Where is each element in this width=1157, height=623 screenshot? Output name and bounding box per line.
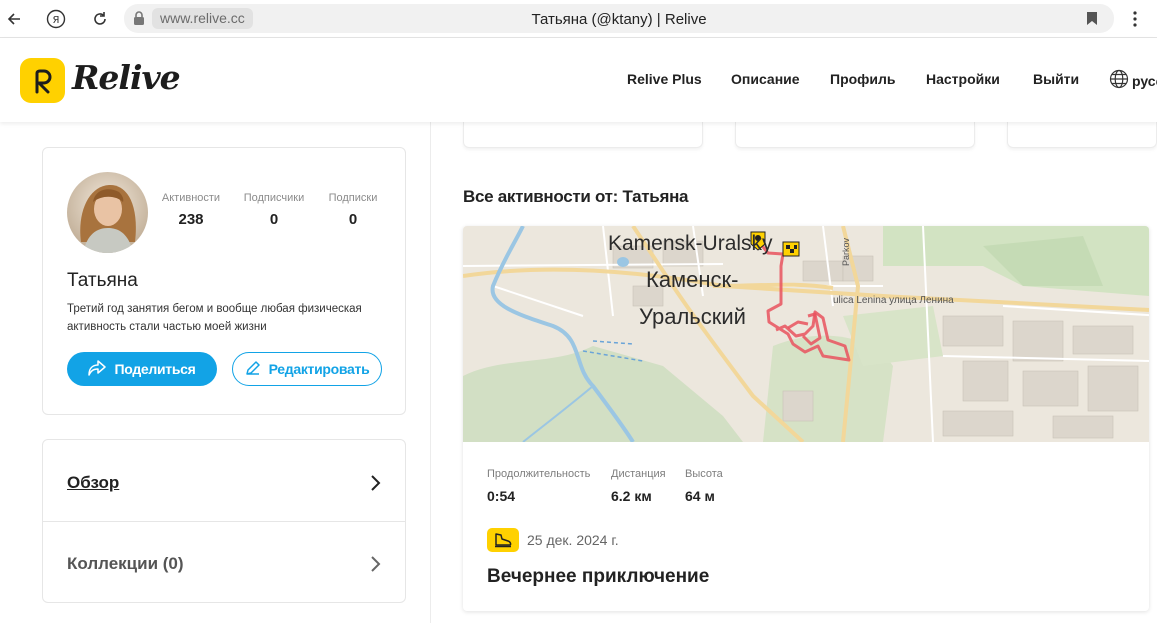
stat-label: Активности	[161, 192, 221, 204]
menu-dots-icon[interactable]	[1123, 7, 1147, 31]
metric-value: 64 м	[685, 488, 715, 504]
address-bar[interactable]: www.relive.cc Татьяна (@ktany) | Relive	[124, 4, 1114, 33]
svg-text:Я: Я	[53, 15, 60, 26]
activity-date: 25 дек. 2024 г.	[527, 532, 619, 548]
yandex-icon[interactable]: Я	[44, 7, 68, 31]
globe-icon	[1109, 69, 1129, 92]
page-title: Татьяна (@ktany) | Relive	[531, 11, 707, 28]
profile-bio: Третий год занятия бегом и вообще любая …	[67, 303, 362, 333]
map-label-city-en: Kamensk-Uralsky	[608, 232, 773, 255]
menu-item-overview[interactable]: Обзор	[43, 440, 405, 520]
edit-label: Редактировать	[268, 361, 370, 377]
map-label-city-ru-2: Уральский	[639, 304, 746, 329]
edit-button[interactable]: Редактировать	[232, 352, 382, 386]
running-shoe-icon	[487, 528, 519, 552]
metric-value: 0:54	[487, 488, 516, 504]
column-divider	[430, 122, 431, 623]
menu-item-collections[interactable]: Коллекции (0)	[43, 522, 405, 602]
map-label-street2: Parkov	[841, 237, 851, 266]
bookmark-icon[interactable]	[1086, 11, 1098, 31]
map-label-city-ru-1: Каменск-	[646, 267, 739, 292]
stat-value: 238	[178, 211, 204, 228]
relive-logo-icon[interactable]	[20, 58, 65, 103]
share-icon	[88, 359, 107, 379]
nav-settings[interactable]: Настройки	[926, 71, 1000, 87]
metric-label: Высота	[685, 468, 723, 480]
stat-label: Подписчики	[243, 192, 305, 204]
section-title: Все активности от: Татьяна	[463, 187, 689, 206]
language-selector[interactable]: русс	[1109, 69, 1157, 92]
metric-duration: Продолжительность 0:54	[487, 468, 590, 504]
profile-card: Активности 238 Подписчики 0 Подписки 0 Т…	[42, 147, 406, 415]
reload-icon[interactable]	[88, 7, 112, 31]
chevron-right-icon	[369, 474, 381, 497]
metric-label: Продолжительность	[487, 468, 591, 480]
card-stub	[1007, 122, 1157, 148]
metric-value: 6.2 км	[611, 488, 652, 504]
card-stub	[463, 122, 703, 148]
nav-logout[interactable]: Выйти	[1033, 71, 1079, 87]
pencil-icon	[245, 360, 261, 379]
profile-menu: Обзор Коллекции (0)	[42, 439, 406, 603]
activity-card[interactable]: Kamensk-Uralsky Каменск- Уральский ulica…	[463, 226, 1149, 611]
profile-name: Татьяна	[67, 270, 138, 291]
nav-description[interactable]: Описание	[731, 71, 800, 87]
browser-toolbar: Я www.relive.cc Татьяна (@ktany) | Reliv…	[0, 0, 1157, 38]
activity-title[interactable]: Вечернее приключение	[487, 566, 709, 588]
stat-followers[interactable]: Подписчики 0	[238, 192, 310, 228]
site-header: Relive Relive Plus Описание Профиль Наст…	[0, 38, 1157, 122]
nav-profile[interactable]: Профиль	[830, 71, 896, 87]
map-label-street: ulica Lenina улица Ленина	[833, 295, 954, 306]
share-button[interactable]: Поделиться	[67, 352, 217, 386]
stat-value: 0	[348, 211, 358, 228]
menu-label: Обзор	[67, 473, 120, 492]
metric-label: Дистанция	[611, 468, 666, 480]
nav-relive-plus[interactable]: Relive Plus	[627, 71, 702, 87]
logo-wordmark[interactable]: Relive	[72, 58, 181, 97]
activity-map[interactable]: Kamensk-Uralsky Каменск- Уральский ulica…	[463, 226, 1149, 444]
card-stub	[735, 122, 975, 148]
stat-value: 0	[269, 211, 279, 228]
metric-elevation: Высота 64 м	[685, 468, 723, 504]
metric-distance: Дистанция 6.2 км	[611, 468, 666, 504]
back-arrow-icon[interactable]	[2, 7, 26, 31]
chevron-right-icon	[369, 555, 381, 578]
language-label: русс	[1132, 72, 1157, 89]
stat-activities[interactable]: Активности 238	[156, 192, 226, 228]
menu-label: Коллекции (0)	[67, 554, 184, 573]
share-label: Поделиться	[114, 361, 196, 377]
stat-following[interactable]: Подписки 0	[322, 192, 384, 228]
stat-label: Подписки	[328, 192, 378, 204]
avatar[interactable]	[67, 172, 148, 253]
